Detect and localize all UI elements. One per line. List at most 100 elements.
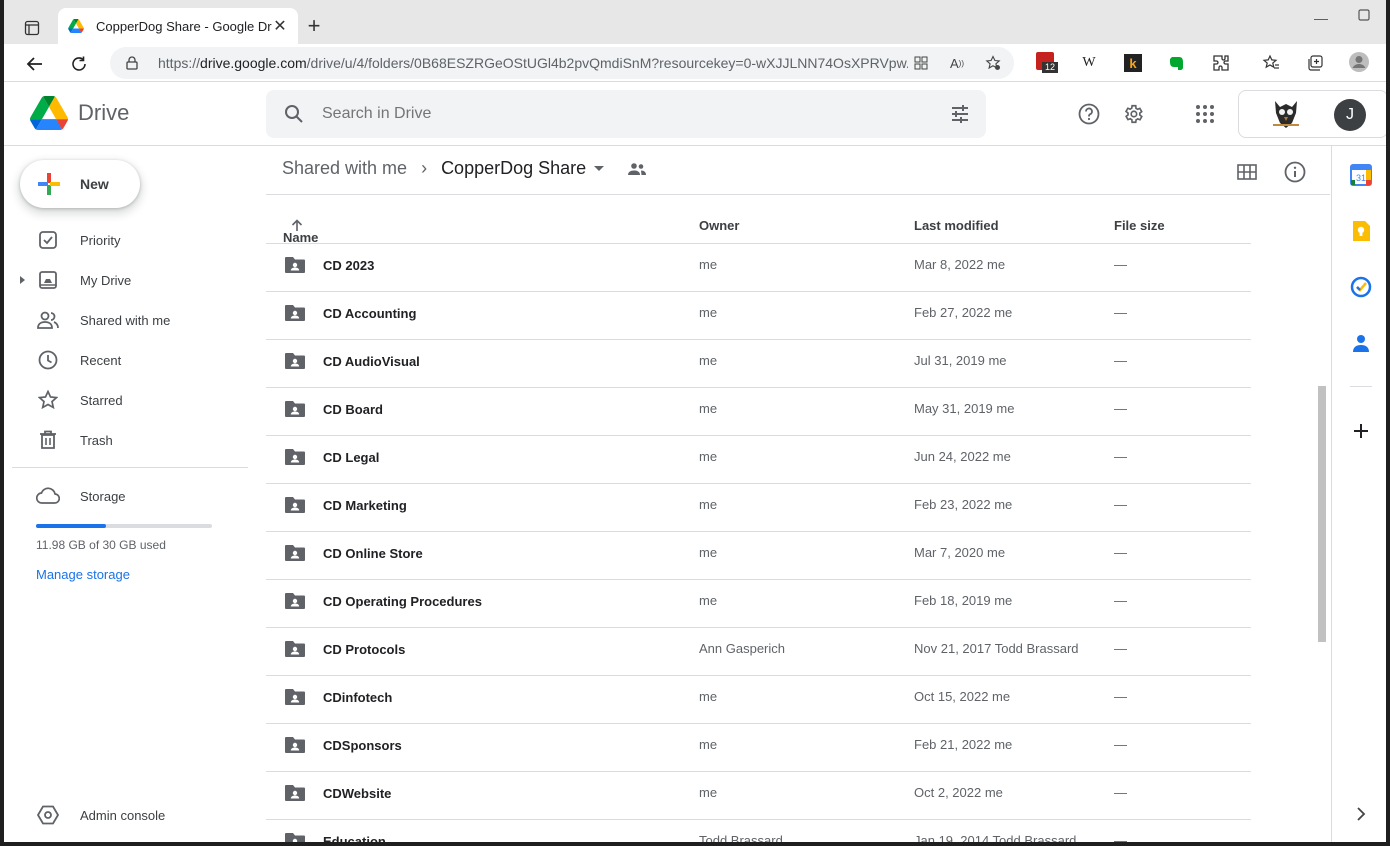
file-last-modified: Feb 27, 2022 me (914, 305, 1013, 320)
settings-gear-icon[interactable] (1121, 102, 1145, 126)
search-input[interactable] (322, 105, 922, 123)
file-last-modified: Feb 21, 2022 me (914, 737, 1013, 752)
sidebar-item-admin-console[interactable]: Admin console (8, 799, 248, 831)
storage-label: Storage (80, 488, 126, 504)
drive-logo[interactable]: Drive (30, 96, 129, 130)
file-last-modified: Nov 21, 2017 Todd Brassard (914, 641, 1079, 656)
shared-folder-icon (284, 544, 306, 562)
column-header-last-modified[interactable]: Last modified (914, 218, 999, 233)
evernote-extension-icon[interactable] (1166, 52, 1188, 74)
tasks-icon[interactable] (1348, 274, 1374, 300)
table-row[interactable]: CD Protocols Ann Gasperich Nov 21, 2017 To… (266, 628, 1251, 676)
sidebar-item-trash[interactable]: Trash (8, 424, 248, 456)
k-extension-icon[interactable]: k (1122, 52, 1144, 74)
minimize-icon[interactable]: — (1314, 10, 1328, 26)
table-row[interactable]: CDinfotech me Oct 15, 2022 me — (266, 676, 1251, 724)
table-row[interactable]: CD Online Store me Mar 7, 2020 me — (266, 532, 1251, 580)
star-icon (8, 390, 80, 410)
add-favorite-icon[interactable] (984, 54, 1002, 72)
table-row[interactable]: CDWebsite me Oct 2, 2022 me — (266, 772, 1251, 820)
file-owner: me (699, 305, 718, 320)
file-last-modified: Feb 23, 2022 me (914, 497, 1013, 512)
keep-icon[interactable] (1348, 218, 1374, 244)
file-name: CDWebsite (323, 786, 392, 801)
sidebar-item-recent[interactable]: Recent (8, 344, 248, 376)
expand-arrow-icon[interactable] (20, 276, 25, 284)
favorites-icon[interactable] (1260, 52, 1282, 74)
lock-icon (126, 56, 144, 70)
trash-icon (8, 430, 80, 450)
user-avatar[interactable]: J (1334, 99, 1366, 131)
file-name: CD 2023 (323, 258, 375, 273)
table-row[interactable]: CD Board me May 31, 2019 me — (266, 388, 1251, 436)
read-aloud-icon[interactable]: A)) (948, 54, 966, 72)
my-drive-icon (8, 270, 80, 290)
file-last-modified: Oct 15, 2022 me (914, 689, 1011, 704)
folder-menu-dropdown-icon[interactable] (594, 166, 605, 171)
tab-close-icon[interactable]: ✕ (272, 18, 288, 35)
table-row[interactable]: CD AudioVisual me Jul 31, 2019 me — (266, 340, 1251, 388)
column-header-name-label: Name (283, 230, 319, 245)
priority-icon (8, 230, 80, 250)
search-box[interactable] (266, 90, 986, 138)
manage-storage-link[interactable]: Manage storage (36, 567, 130, 582)
grid-view-icon[interactable] (1235, 160, 1259, 184)
sidebar-item-storage[interactable]: Storage (8, 480, 248, 512)
account-switcher[interactable]: J (1238, 90, 1386, 138)
sidebar-item-shared-with-me[interactable]: Shared with me (8, 304, 248, 336)
table-row[interactable]: CD 2023 me Mar 8, 2022 me — (266, 244, 1251, 292)
info-icon[interactable] (1283, 160, 1307, 184)
sidebar-item-my-drive[interactable]: My Drive (8, 264, 248, 296)
maximize-icon[interactable] (1358, 8, 1370, 24)
table-row[interactable]: Education Todd Brassard Jan 19, 2014 Todd … (266, 820, 1251, 846)
calendar-icon[interactable]: 31 (1348, 162, 1374, 188)
table-row[interactable]: CD Legal me Jun 24, 2022 me — (266, 436, 1251, 484)
profile-icon[interactable] (1348, 51, 1370, 73)
calendar-extension-icon[interactable]: 12 (1036, 52, 1058, 74)
contacts-icon[interactable] (1348, 330, 1374, 356)
table-row[interactable]: CD Marketing me Feb 23, 2022 me — (266, 484, 1251, 532)
sidebar-item-label: My Drive (80, 272, 132, 288)
extensions-icon[interactable] (1210, 52, 1232, 74)
refresh-icon[interactable] (66, 51, 92, 77)
admin-console-icon (8, 805, 80, 825)
sidebar-item-priority[interactable]: Priority (8, 224, 248, 256)
file-size: — (1114, 641, 1127, 656)
table-row[interactable]: CDSponsors me Feb 21, 2022 me — (266, 724, 1251, 772)
help-icon[interactable] (1077, 102, 1101, 126)
url-text: https://drive.google.com/drive/u/4/folde… (158, 55, 908, 71)
file-owner: me (699, 785, 718, 800)
tab-actions-icon[interactable] (18, 14, 46, 42)
file-owner: me (699, 545, 718, 560)
drive-header: Drive J (4, 82, 1386, 146)
url-field[interactable]: https://drive.google.com/drive/u/4/folde… (110, 47, 1014, 79)
table-row[interactable]: CD Accounting me Feb 27, 2022 me — (266, 292, 1251, 340)
breadcrumb: Shared with me › CopperDog Share (282, 158, 647, 179)
file-last-modified: Mar 7, 2020 me (914, 545, 1006, 560)
file-owner: Todd Brassard (699, 833, 783, 846)
shared-folder-icon[interactable] (628, 162, 647, 176)
scrollbar[interactable] (1318, 386, 1326, 642)
new-button-label: New (80, 176, 109, 192)
table-row[interactable]: CD Operating Procedures me Feb 18, 2019 me… (266, 580, 1251, 628)
show-side-panel-chevron-icon[interactable] (1348, 801, 1374, 827)
column-header-file-size[interactable]: File size (1114, 218, 1165, 233)
file-name: CD Accounting (323, 306, 417, 321)
browser-tab[interactable]: CopperDog Share - Google Drive ✕ (58, 8, 298, 44)
new-button[interactable]: New (20, 160, 140, 208)
column-header-owner[interactable]: Owner (699, 218, 739, 233)
back-icon[interactable] (22, 51, 48, 77)
column-header-name[interactable]: Name (283, 218, 318, 245)
search-icon[interactable] (266, 104, 322, 124)
breadcrumb-parent[interactable]: Shared with me (282, 158, 407, 179)
get-addons-plus-icon[interactable] (1348, 418, 1374, 444)
app-available-icon[interactable] (912, 54, 930, 72)
apps-grid-icon[interactable] (1193, 102, 1217, 126)
breadcrumb-current[interactable]: CopperDog Share (441, 158, 586, 179)
collections-icon[interactable] (1304, 52, 1326, 74)
wikipedia-extension-icon[interactable]: W (1078, 52, 1100, 74)
sidebar-item-starred[interactable]: Starred (8, 384, 248, 416)
new-tab-icon[interactable]: + (302, 13, 326, 38)
wikipedia-w: W (1082, 55, 1096, 70)
search-options-icon[interactable] (950, 104, 970, 129)
